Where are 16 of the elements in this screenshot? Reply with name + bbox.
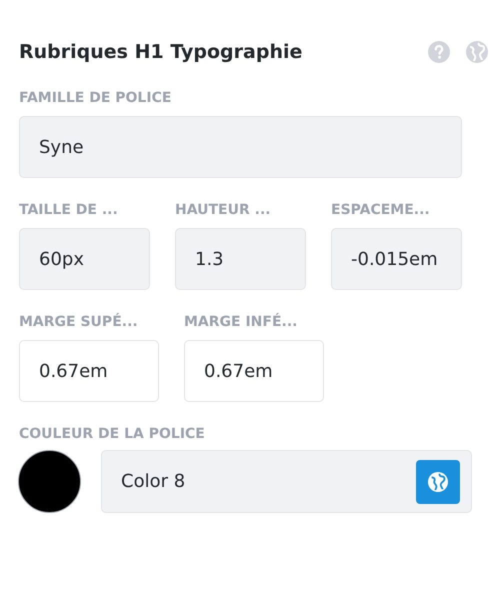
field-label: TAILLE DE ... <box>19 201 119 220</box>
panel-title: Rubriques H1 Typographie <box>19 40 302 65</box>
field-label: COULEUR DE LA POLICE <box>19 425 206 444</box>
input-field[interactable]: 1.3 <box>175 228 306 290</box>
field-label: MARGE INFÉ... <box>184 312 298 332</box>
input-field[interactable]: -0.015em <box>331 228 462 290</box>
input-field[interactable]: 0.67em <box>184 340 324 402</box>
input-field[interactable]: Syne <box>19 116 462 178</box>
field-label: HAUTEUR ... <box>175 201 272 220</box>
input-field[interactable]: 60px <box>19 228 150 290</box>
field-label: MARGE SUPÉ... <box>19 312 139 332</box>
globe-button[interactable] <box>416 460 460 504</box>
input-field[interactable]: 0.67em <box>19 340 159 402</box>
field-label: FAMILLE DE POLICE <box>19 89 172 108</box>
color-name: Color 8 <box>121 470 186 494</box>
field-label: ESPACEME... <box>331 201 431 220</box>
